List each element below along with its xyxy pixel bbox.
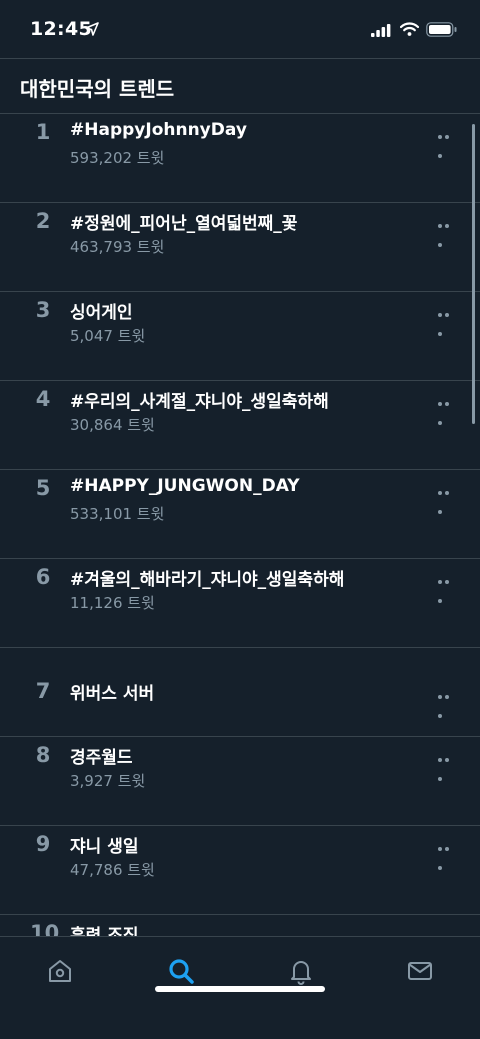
trend-item[interactable]: 2 #정원에_피어난_열여덟번째_꽃 463,793 트윗 xyxy=(0,203,480,292)
more-options-icon[interactable] xyxy=(438,927,458,936)
tab-notifications[interactable] xyxy=(281,951,321,991)
trend-name: 훈련 조직 xyxy=(70,926,139,936)
more-options-icon[interactable] xyxy=(438,482,458,514)
scrollbar[interactable] xyxy=(472,124,475,424)
trend-item[interactable]: 9 쟈니 생일 47,786 트윗 xyxy=(0,826,480,915)
trend-name: 쟈니 생일 xyxy=(70,837,139,857)
home-icon xyxy=(49,960,71,982)
trend-name: #HappyJohnnyDay xyxy=(70,120,247,140)
trend-name: #겨울의_해바라기_쟈니야_생일축하해 xyxy=(70,570,345,590)
more-options-icon[interactable] xyxy=(438,749,458,781)
page-title: 대한민국의 트렌드 xyxy=(20,77,175,101)
page-header: 대한민국의 트렌드 xyxy=(0,58,480,114)
bell-icon xyxy=(291,961,311,985)
status-time: 12:45 xyxy=(30,18,92,40)
trend-name: #정원에_피어난_열여덟번째_꽃 xyxy=(70,214,298,234)
tab-home[interactable] xyxy=(40,951,80,991)
more-options-icon[interactable] xyxy=(438,393,458,425)
trend-tweet-count: 5,047 트윗 xyxy=(70,327,146,345)
more-options-icon[interactable] xyxy=(438,571,458,603)
trend-rank: 8 xyxy=(35,743,51,767)
trend-rank: 5 xyxy=(35,476,51,500)
trend-name: 위버스 서버 xyxy=(70,684,155,704)
trend-item[interactable]: 10 훈련 조직 xyxy=(0,915,480,936)
trend-rank: 6 xyxy=(35,565,51,589)
tab-messages[interactable] xyxy=(400,951,440,991)
more-options-icon[interactable] xyxy=(438,304,458,336)
trend-rank: 1 xyxy=(35,120,51,144)
trend-rank: 7 xyxy=(35,679,51,703)
trend-rank: 3 xyxy=(35,298,51,322)
trend-name: 경주월드 xyxy=(70,748,133,768)
trend-rank: 9 xyxy=(35,832,51,856)
trends-list: 1 #HappyJohnnyDay 593,202 트윗 2 #정원에_피어난_… xyxy=(0,114,480,936)
trend-tweet-count: 593,202 트윗 xyxy=(70,149,165,167)
trend-tweet-count: 3,927 트윗 xyxy=(70,772,146,790)
cellular-signal-icon xyxy=(371,24,391,37)
more-options-icon[interactable] xyxy=(438,215,458,247)
trend-item[interactable]: 3 싱어게인 5,047 트윗 xyxy=(0,292,480,381)
trend-tweet-count: 11,126 트윗 xyxy=(70,594,155,612)
trend-item[interactable]: 4 #우리의_사계절_쟈니야_생일축하해 30,864 트윗 xyxy=(0,381,480,470)
trend-tweet-count: 533,101 트윗 xyxy=(70,505,165,523)
trend-tweet-count: 463,793 트윗 xyxy=(70,238,165,256)
trend-name: #HAPPY_JUNGWON_DAY xyxy=(70,476,300,496)
trend-tweet-count: 30,864 트윗 xyxy=(70,416,155,434)
more-options-icon[interactable] xyxy=(438,126,458,158)
trend-item[interactable]: 6 #겨울의_해바라기_쟈니야_생일축하해 11,126 트윗 xyxy=(0,559,480,648)
trend-tweet-count: 47,786 트윗 xyxy=(70,861,155,879)
trend-name: #우리의_사계절_쟈니야_생일축하해 xyxy=(70,392,329,412)
trend-item[interactable]: 8 경주월드 3,927 트윗 xyxy=(0,737,480,826)
trend-rank: 2 xyxy=(35,209,51,233)
trend-item[interactable]: 7 위버스 서버 xyxy=(0,648,480,737)
location-arrow-icon xyxy=(85,22,99,36)
more-options-icon[interactable] xyxy=(438,686,458,718)
trend-name: 싱어게인 xyxy=(70,303,133,323)
wifi-icon xyxy=(400,22,419,36)
home-indicator xyxy=(155,986,325,992)
trend-item[interactable]: 5 #HAPPY_JUNGWON_DAY 533,101 트윗 xyxy=(0,470,480,559)
battery-icon xyxy=(426,22,457,37)
trend-rank: 4 xyxy=(35,387,51,411)
mail-icon xyxy=(408,962,432,980)
more-options-icon[interactable] xyxy=(438,838,458,870)
status-bar: 12:45 xyxy=(0,0,480,58)
trend-rank: 10 xyxy=(30,921,60,936)
search-icon xyxy=(169,959,194,984)
tab-search[interactable] xyxy=(161,951,201,991)
trend-item[interactable]: 1 #HappyJohnnyDay 593,202 트윗 xyxy=(0,114,480,203)
